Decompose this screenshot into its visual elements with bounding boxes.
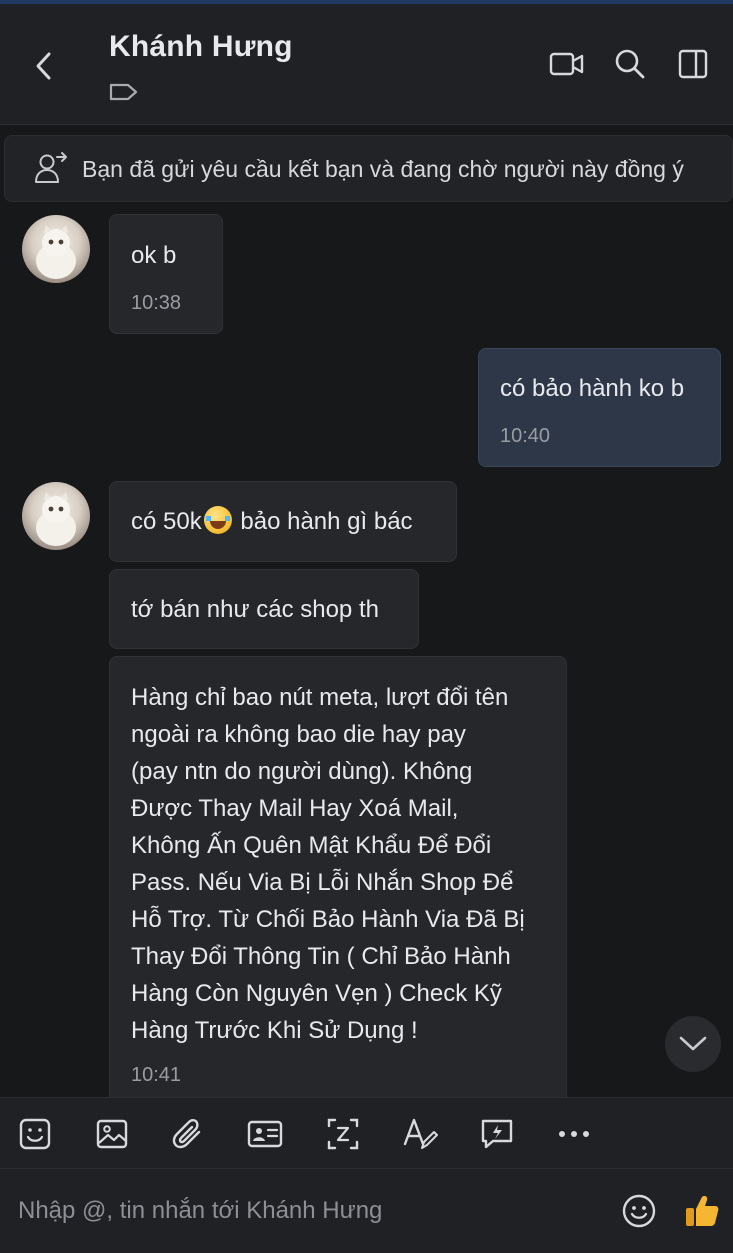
text-format-button[interactable] — [400, 1114, 440, 1154]
message-bubble-incoming[interactable]: tớ bán như các shop th — [109, 569, 419, 649]
contact-name[interactable]: Khánh Hưng — [109, 30, 293, 64]
message-bubble-incoming[interactable]: Hàng chỉ bao nút meta, lượt đổi tên ngoà… — [109, 656, 567, 1116]
message-line: Thay Đổi Thông Tin ( Chỉ Bảo Hành — [131, 943, 511, 970]
chevron-down-icon — [679, 1036, 707, 1051]
laughing-tears-emoji — [203, 506, 232, 534]
message-text: tớ bán như các shop th — [131, 596, 379, 623]
sidebar-toggle-button[interactable] — [673, 44, 713, 84]
cat-avatar-image — [36, 225, 76, 279]
attachment-icon — [172, 1119, 201, 1149]
message-text: có bảo hành ko b — [500, 375, 685, 402]
text-format-icon — [403, 1118, 438, 1149]
message-line: Được Thay Mail Hay Xoá Mail, — [131, 795, 459, 822]
contact-card-icon — [247, 1120, 283, 1148]
chat-header: Khánh Hưng — [0, 4, 733, 125]
message-text: ok b — [131, 242, 177, 269]
message-text-part: bảo hành gì bác — [233, 508, 413, 535]
message-bubble-outgoing[interactable]: có bảo hành ko b 10:40 — [478, 348, 721, 467]
like-button[interactable] — [682, 1191, 722, 1231]
thumbs-up-icon — [686, 1196, 719, 1226]
friend-request-text: Bạn đã gửi yêu cầu kết bạn và đang chờ n… — [82, 156, 684, 182]
message-line: Pass. Nếu Via Bị Lỗi Nhắn Shop Để — [131, 869, 514, 896]
scroll-to-bottom-button[interactable] — [665, 1016, 721, 1072]
message-time: 10:41 — [131, 1064, 182, 1086]
message-line: Hỗ Trợ. Từ Chối Bảo Hành Via Đã Bị — [131, 906, 525, 933]
contact-card-button[interactable] — [245, 1114, 285, 1154]
message-composer — [0, 1169, 733, 1253]
tag-icon — [109, 83, 138, 101]
sticker-button[interactable] — [15, 1114, 55, 1154]
video-call-icon — [549, 52, 584, 76]
cat-avatar-image — [36, 492, 76, 546]
emoji-button[interactable] — [619, 1191, 659, 1231]
friend-request-banner: Bạn đã gửi yêu cầu kết bạn và đang chờ n… — [4, 135, 733, 202]
video-call-button[interactable] — [547, 44, 587, 84]
message-line: Hàng Còn Nguyên Vẹn ) Check Kỹ — [131, 980, 502, 1007]
message-bubble-incoming[interactable]: ok b 10:38 — [109, 214, 223, 334]
message-line: Hàng Trước Khi Sử Dụng ! — [131, 1017, 418, 1044]
more-icon — [559, 1131, 589, 1137]
user-request-icon — [35, 152, 67, 183]
tag-button[interactable] — [108, 80, 140, 104]
sticker-icon — [19, 1118, 51, 1150]
message-line: ngoài ra không bao die hay pay — [131, 721, 466, 748]
contact-avatar[interactable] — [22, 482, 90, 550]
more-button[interactable] — [554, 1114, 594, 1154]
composer-toolbar — [0, 1097, 733, 1169]
contact-avatar[interactable] — [22, 215, 90, 283]
message-line: (pay ntn do người dùng). Không — [131, 758, 473, 785]
message-time: 10:40 — [500, 425, 551, 447]
message-time: 10:38 — [131, 292, 182, 314]
search-button[interactable] — [610, 44, 650, 84]
image-icon — [96, 1119, 128, 1149]
attachment-button[interactable] — [168, 1114, 208, 1154]
message-input[interactable] — [18, 1191, 598, 1231]
quick-message-icon — [481, 1119, 513, 1149]
message-text: có 50k bảo hành gì bác — [131, 503, 413, 540]
message-bubble-incoming[interactable]: có 50k bảo hành gì bác — [109, 481, 457, 562]
sidebar-toggle-icon — [678, 49, 708, 79]
message-line: Không Ấn Quên Mật Khẩu Để Đổi — [131, 832, 492, 859]
image-button[interactable] — [92, 1114, 132, 1154]
search-icon — [615, 49, 645, 79]
message-line: Hàng chỉ bao nút meta, lượt đổi tên — [131, 684, 509, 711]
quick-message-button[interactable] — [477, 1114, 517, 1154]
back-icon — [36, 52, 51, 80]
back-button[interactable] — [24, 44, 64, 88]
screenshot-icon — [327, 1118, 359, 1150]
message-text-part: có 50k — [131, 508, 202, 535]
smile-icon — [622, 1194, 656, 1228]
screenshot-button[interactable] — [323, 1114, 363, 1154]
